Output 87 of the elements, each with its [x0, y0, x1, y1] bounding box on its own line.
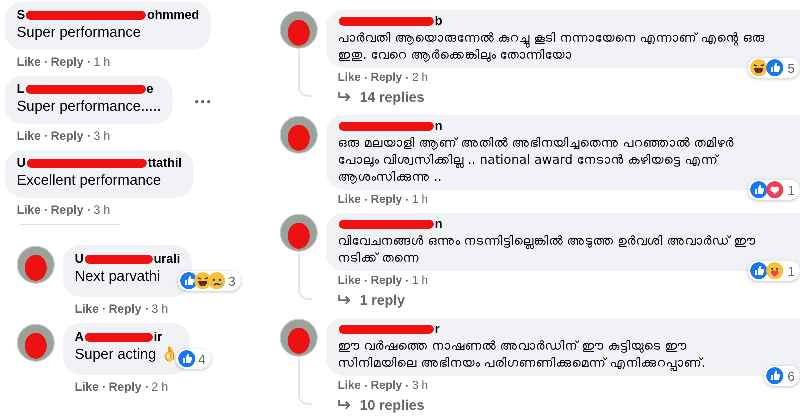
like-link[interactable]: Like: [338, 72, 362, 84]
like-link[interactable]: Like: [17, 203, 42, 217]
reply-arrow-icon: [338, 399, 352, 411]
reply-link[interactable]: Reply: [371, 275, 402, 287]
thread-line: [298, 253, 312, 300]
comment-text: ഈ വർഷത്തെ നാഷണൽ അവാർഡിന് ഈ കുട്ടിയുടെ ഈ സിനിമയിലെ അഭിനയം പരിഗണണിക്കുമെന്ന് എനിക്കുറപ്പാണ്.: [338, 337, 707, 371]
reply-link[interactable]: Reply: [109, 380, 142, 394]
avatar-placeholder: [280, 116, 318, 154]
reaction-summary[interactable]: 4: [176, 349, 211, 369]
comment-time[interactable]: 3 h: [152, 302, 168, 316]
crying-face-icon: [208, 272, 226, 290]
author-name[interactable]: U: [75, 252, 84, 267]
like-link[interactable]: Like: [17, 129, 42, 143]
thread-line: [298, 358, 312, 405]
author-name[interactable]: U: [17, 156, 26, 171]
like-link[interactable]: Like: [17, 55, 42, 69]
like-link[interactable]: Like: [338, 194, 362, 206]
comment-text: Super acting 👌: [75, 346, 178, 365]
view-replies-link[interactable]: 14 replies: [326, 89, 800, 113]
comment-time[interactable]: 1 h: [412, 194, 428, 206]
like-reaction-icon: [766, 367, 784, 385]
comment-time[interactable]: 3 h: [412, 380, 428, 392]
view-replies-link[interactable]: 10 replies: [326, 397, 800, 420]
comment-text: Super performance.....: [17, 98, 162, 117]
reply-link[interactable]: Reply: [109, 302, 142, 316]
comment-time[interactable]: 2 h: [412, 72, 428, 84]
reply-arrow-icon: [338, 91, 352, 103]
avatar-placeholder: [280, 214, 318, 252]
comment-text: Excellent performance: [17, 172, 162, 191]
comment-time[interactable]: 2 h: [152, 380, 168, 394]
reaction-summary[interactable]: 6: [764, 366, 800, 386]
author-name[interactable]: urali: [154, 252, 180, 267]
laughing-face-icon: [750, 59, 768, 77]
hugging-face-icon: [766, 262, 784, 280]
reaction-summary[interactable]: 3: [178, 271, 241, 291]
comment-time[interactable]: 1 h: [412, 275, 428, 287]
comment-time[interactable]: 3 h: [94, 203, 110, 217]
reaction-count: 6: [786, 368, 796, 384]
comment-time[interactable]: 3 h: [94, 129, 110, 143]
reply-link[interactable]: Reply: [51, 55, 84, 69]
author-name[interactable]: b: [435, 14, 443, 29]
reaction-count: 5: [786, 60, 796, 76]
like-reaction-icon: [750, 181, 768, 199]
author-name[interactable]: ohmmed: [147, 8, 200, 23]
like-reaction-icon: [750, 262, 768, 280]
reply-link[interactable]: Reply: [371, 194, 402, 206]
reply-link[interactable]: Reply: [371, 380, 402, 392]
reaction-count: 1: [786, 182, 796, 198]
reaction-summary[interactable]: 5: [748, 58, 800, 78]
reaction-summary[interactable]: 1: [748, 261, 800, 281]
author-name[interactable]: e: [146, 82, 154, 97]
like-link[interactable]: Like: [338, 380, 362, 392]
view-replies-link[interactable]: 1 reply: [326, 292, 800, 316]
author-name[interactable]: ir: [154, 330, 162, 345]
reaction-count: 4: [197, 352, 207, 366]
author-name[interactable]: A: [75, 330, 84, 345]
avatar-placeholder: [17, 246, 55, 284]
comment-time[interactable]: 1 h: [94, 55, 110, 69]
reaction-summary[interactable]: 1: [748, 180, 800, 200]
author-name[interactable]: n: [435, 217, 443, 232]
like-link[interactable]: Like: [75, 380, 100, 394]
reply-link[interactable]: Reply: [51, 129, 84, 143]
heart-reaction-icon: [766, 181, 784, 199]
avatar-placeholder: [280, 11, 318, 49]
author-name[interactable]: ttathil: [148, 156, 182, 171]
redaction-scribble: [85, 255, 154, 264]
like-link[interactable]: Like: [75, 302, 100, 316]
reply-link[interactable]: Reply: [371, 72, 402, 84]
avatar-placeholder: [17, 324, 55, 362]
like-reaction-icon: [766, 59, 784, 77]
reaction-count: 3: [227, 274, 237, 288]
more-options-icon: [195, 100, 212, 104]
comment-text: Super performance: [17, 24, 142, 43]
like-link[interactable]: Like: [338, 275, 362, 287]
author-name[interactable]: L: [17, 82, 25, 97]
author-name[interactable]: S: [17, 8, 26, 23]
author-name[interactable]: r: [435, 322, 440, 337]
avatar-placeholder: [280, 319, 318, 357]
author-name[interactable]: n: [435, 119, 443, 134]
reply-link[interactable]: Reply: [51, 203, 84, 217]
like-reaction-icon: [178, 350, 196, 368]
comment-text: Next parvathi: [75, 268, 162, 287]
comment-text: ഒരു മലയാളി ആണ് അതിൽ അഭിനയിച്ചതെന്നു പറഞ്ഞാൽ തമിഴർ പോലും വിശ്വസിക്കില്ല .. national award നേടാൻ കഴിയട്ടെ എന്ന് ആശംസിക്കുന്നു ..: [338, 134, 735, 185]
reaction-count: 1: [786, 264, 796, 278]
thread-line: [298, 50, 312, 97]
redaction-scribble: [85, 333, 154, 342]
reply-arrow-icon: [338, 294, 352, 306]
